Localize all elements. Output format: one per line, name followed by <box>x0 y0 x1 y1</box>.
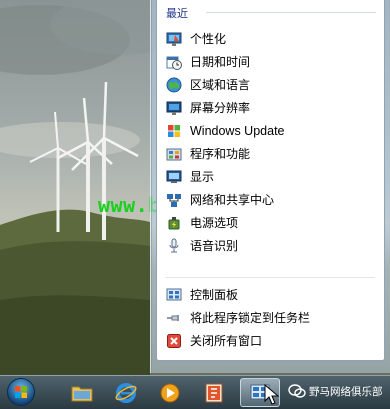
windows-update-icon <box>165 122 182 139</box>
recent-item-label: 电源选项 <box>190 216 239 230</box>
taskbar-app-button[interactable] <box>194 378 234 407</box>
recent-item-label: 网络和共享中心 <box>190 193 275 207</box>
recent-item-label: 屏幕分辨率 <box>190 101 251 115</box>
wechat-account-name: 野马网络俱乐部 <box>309 385 383 398</box>
recent-item-personalization[interactable]: 个性化 <box>165 28 375 49</box>
task-close-all-windows[interactable]: 关闭所有窗口 <box>165 330 375 351</box>
task-pin-to-taskbar[interactable]: 将此程序锁定到任务栏 <box>165 307 375 328</box>
recent-item-date-time[interactable]: 日期和时间 <box>165 51 375 72</box>
jump-list-divider <box>165 277 375 278</box>
media-player-icon <box>160 383 180 402</box>
recent-item-label: 程序和功能 <box>190 147 251 161</box>
folder-icon <box>71 386 93 401</box>
wechat-account-badge: 野马网络俱乐部 <box>288 380 383 402</box>
recent-item-network-sharing[interactable]: 网络和共享中心 <box>165 189 375 210</box>
app-tile-icon <box>205 383 223 402</box>
recent-item-power-options[interactable]: 电源选项 <box>165 212 375 233</box>
display-icon <box>165 168 182 185</box>
jump-list-panel: 最近 个性化 日期和时间 区域和语言 屏幕分辨率 Windows Update … <box>156 0 385 361</box>
mouse-cursor-icon <box>264 384 280 405</box>
task-label: 将此程序锁定到任务栏 <box>190 311 311 325</box>
region-language-icon <box>165 76 182 93</box>
recent-item-display[interactable]: 显示 <box>165 166 375 187</box>
network-sharing-icon <box>165 191 182 208</box>
recent-item-windows-update[interactable]: Windows Update <box>165 120 375 141</box>
control-panel-icon <box>165 286 182 303</box>
recent-item-label: 语音识别 <box>190 239 239 253</box>
personalization-icon <box>165 30 182 47</box>
recent-header-label: 最近 <box>166 7 188 20</box>
recent-section-header: 最近 <box>166 5 376 21</box>
control-panel-jump-list: 最近 个性化 日期和时间 区域和语言 屏幕分辨率 Windows Update … <box>150 0 390 373</box>
recent-item-speech-recognition[interactable]: 语音识别 <box>165 235 375 256</box>
programs-features-icon <box>165 145 182 162</box>
speech-recognition-icon <box>165 237 182 254</box>
recent-item-screen-resolution[interactable]: 屏幕分辨率 <box>165 97 375 118</box>
recent-item-programs-features[interactable]: 程序和功能 <box>165 143 375 164</box>
recent-item-label: Windows Update <box>190 123 285 138</box>
windows-start-orb-icon <box>7 378 35 406</box>
taskbar-ie-button[interactable] <box>106 378 146 407</box>
recent-item-label: 区域和语言 <box>190 78 251 92</box>
recent-item-label: 日期和时间 <box>190 55 251 69</box>
task-label: 关闭所有窗口 <box>190 334 263 348</box>
recent-item-label: 个性化 <box>190 32 227 46</box>
pin-icon <box>165 309 182 326</box>
recent-item-label: 显示 <box>190 170 215 184</box>
taskbar-media-player-button[interactable] <box>150 378 190 407</box>
start-button[interactable] <box>3 376 39 408</box>
internet-explorer-icon <box>115 382 137 403</box>
date-time-icon <box>165 53 182 70</box>
power-options-icon <box>165 214 182 231</box>
wechat-icon <box>288 384 306 398</box>
task-control-panel[interactable]: 控制面板 <box>165 284 375 305</box>
taskbar-explorer-button[interactable] <box>62 378 102 407</box>
recent-item-region-language[interactable]: 区域和语言 <box>165 74 375 95</box>
screen-resolution-icon <box>165 99 182 116</box>
close-window-icon <box>165 332 182 349</box>
task-label: 控制面板 <box>190 288 239 302</box>
